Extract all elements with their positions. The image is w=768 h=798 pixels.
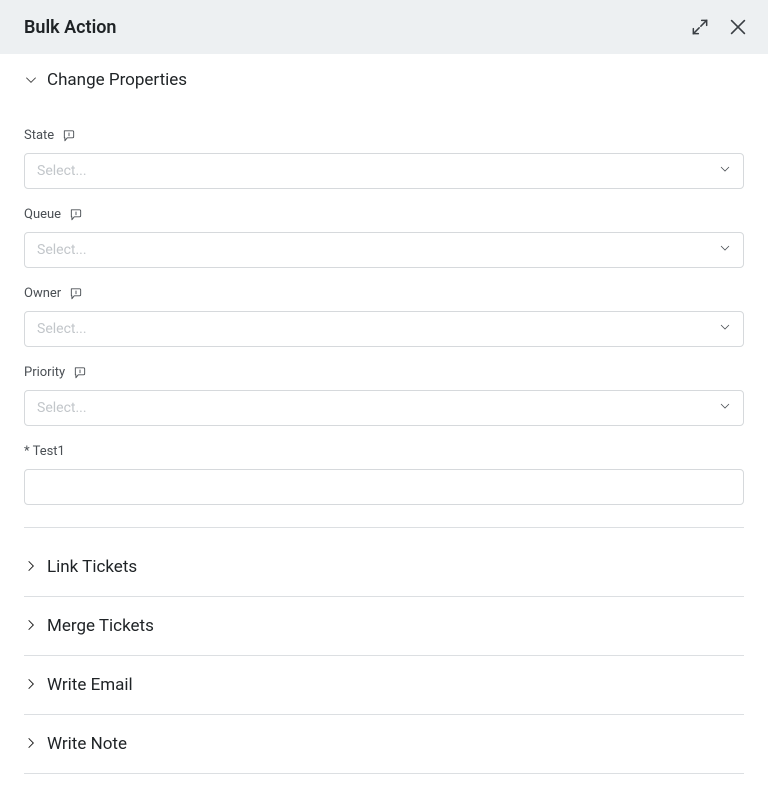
chevron-right-icon — [24, 617, 38, 636]
chevron-down-icon — [719, 400, 731, 416]
section-write-email: Write Email — [24, 656, 744, 715]
field-priority: Priority Select... — [24, 365, 744, 426]
undo-icon[interactable] — [69, 287, 83, 301]
state-select[interactable]: Select... — [24, 153, 744, 189]
expand-icon[interactable] — [688, 15, 712, 39]
chevron-down-icon — [719, 163, 731, 179]
section-merge-tickets: Merge Tickets — [24, 597, 744, 656]
section-title: Change Properties — [47, 70, 187, 90]
state-label: State — [24, 128, 54, 143]
collapsed-sections: Link Tickets Merge Tickets W — [24, 538, 744, 774]
header-actions — [688, 15, 750, 39]
section-title: Write Note — [47, 734, 127, 754]
field-test1: * Test1 — [24, 444, 744, 505]
close-icon[interactable] — [726, 15, 750, 39]
section-header-change-properties[interactable]: Change Properties — [24, 54, 744, 106]
field-label-row: Queue — [24, 207, 744, 222]
dialog-content: Change Properties State Select... — [0, 54, 768, 774]
test1-label: * Test1 — [24, 444, 65, 459]
section-header-write-email[interactable]: Write Email — [24, 656, 744, 714]
priority-placeholder: Select... — [37, 400, 87, 416]
section-title: Write Email — [47, 675, 133, 695]
chevron-right-icon — [24, 558, 38, 577]
field-owner: Owner Select... — [24, 286, 744, 347]
chevron-right-icon — [24, 735, 38, 754]
field-state: State Select... — [24, 128, 744, 189]
section-title: Link Tickets — [47, 557, 137, 577]
section-link-tickets: Link Tickets — [24, 538, 744, 597]
chevron-down-icon — [719, 321, 731, 337]
section-write-note: Write Note — [24, 715, 744, 774]
section-change-properties: Change Properties State Select... — [24, 54, 744, 528]
queue-select[interactable]: Select... — [24, 232, 744, 268]
section-header-link-tickets[interactable]: Link Tickets — [24, 538, 744, 596]
queue-placeholder: Select... — [37, 242, 87, 258]
chevron-right-icon — [24, 676, 38, 695]
field-queue: Queue Select... — [24, 207, 744, 268]
dialog-header: Bulk Action — [0, 0, 768, 54]
undo-icon[interactable] — [62, 129, 76, 143]
field-label-row: * Test1 — [24, 444, 744, 459]
priority-label: Priority — [24, 365, 65, 380]
owner-placeholder: Select... — [37, 321, 87, 337]
dialog-title: Bulk Action — [24, 17, 117, 38]
state-placeholder: Select... — [37, 163, 87, 179]
priority-select[interactable]: Select... — [24, 390, 744, 426]
section-body-change-properties: State Select... — [24, 128, 744, 527]
field-label-row: Owner — [24, 286, 744, 301]
owner-label: Owner — [24, 286, 61, 301]
owner-select[interactable]: Select... — [24, 311, 744, 347]
undo-icon[interactable] — [69, 208, 83, 222]
queue-label: Queue — [24, 207, 61, 222]
section-header-write-note[interactable]: Write Note — [24, 715, 744, 773]
field-label-row: State — [24, 128, 744, 143]
undo-icon[interactable] — [73, 366, 87, 380]
section-title: Merge Tickets — [47, 616, 154, 636]
field-label-row: Priority — [24, 365, 744, 380]
section-header-merge-tickets[interactable]: Merge Tickets — [24, 597, 744, 655]
test1-input[interactable] — [24, 469, 744, 505]
chevron-down-icon — [24, 73, 38, 87]
chevron-down-icon — [719, 242, 731, 258]
